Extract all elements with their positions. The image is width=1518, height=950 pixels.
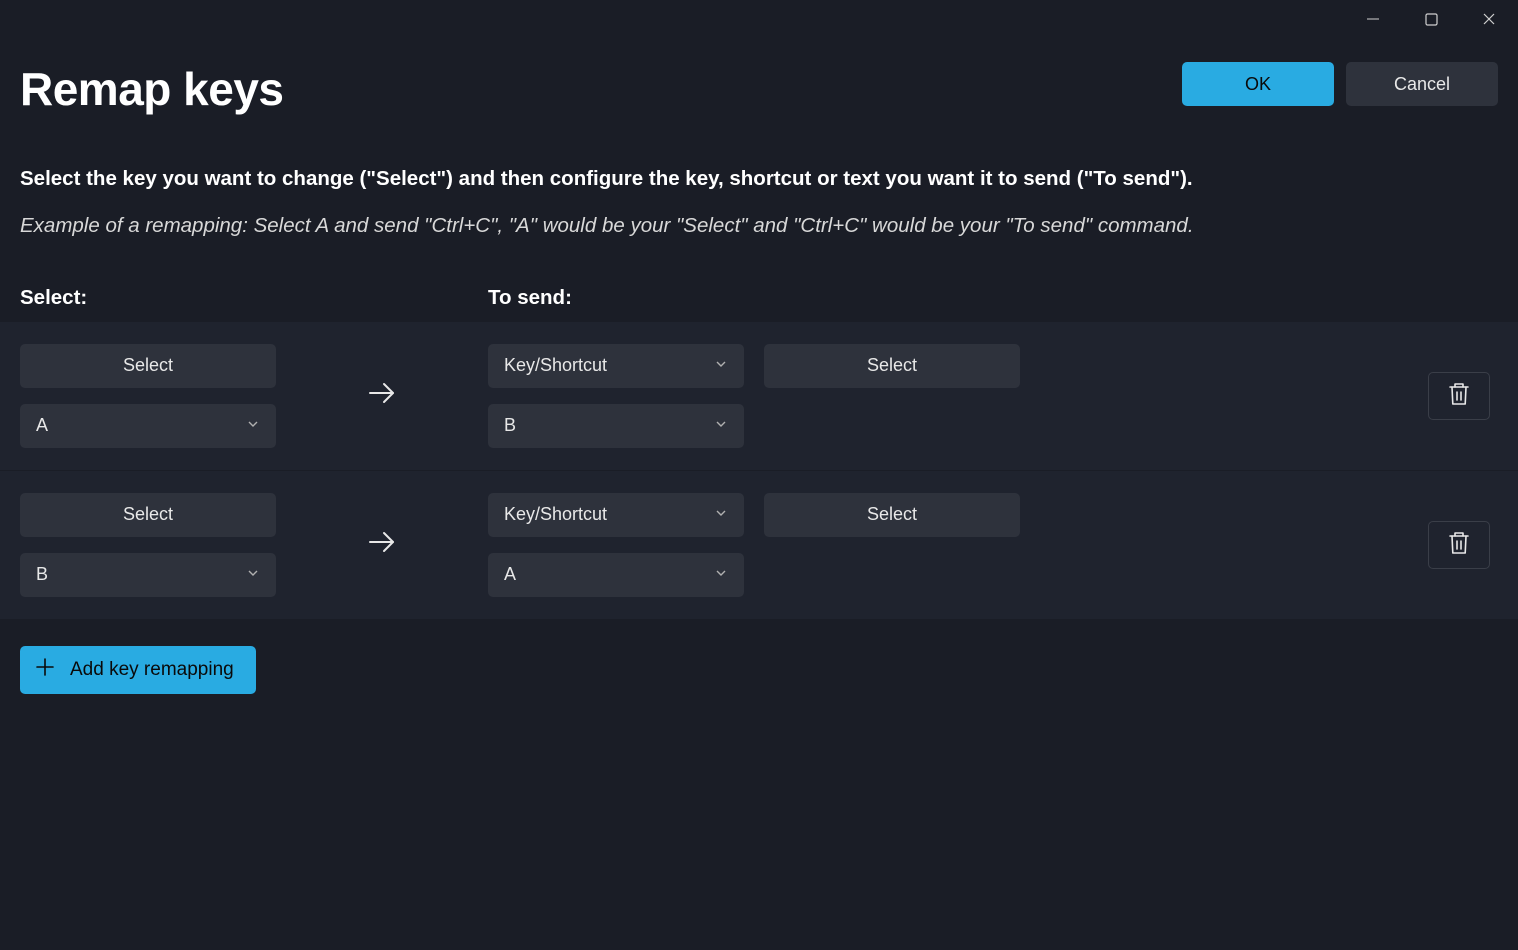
tosend-type-value: Key/Shortcut xyxy=(504,504,607,525)
arrow-right-icon xyxy=(366,526,398,563)
chevron-down-icon xyxy=(714,504,728,525)
tosend-key-value: A xyxy=(504,564,516,585)
delete-column xyxy=(1428,372,1498,420)
select-key-button[interactable]: Select xyxy=(20,344,276,388)
tosend-column: Key/Shortcut B Select xyxy=(488,344,1428,448)
tosend-type-dropdown[interactable]: Key/Shortcut xyxy=(488,493,744,537)
tosend-column: Key/Shortcut A Select xyxy=(488,493,1428,597)
tosend-type-value: Key/Shortcut xyxy=(504,355,607,376)
remap-row: Select A Key/Shortcut B xyxy=(0,322,1518,470)
tosend-key-value: B xyxy=(504,415,516,436)
add-remapping-button[interactable]: Add key remapping xyxy=(20,646,256,694)
tosend-key-dropdown[interactable]: B xyxy=(488,404,744,448)
select-key-value: B xyxy=(36,564,48,585)
chevron-down-icon xyxy=(246,415,260,436)
select-column-header: Select: xyxy=(20,286,488,310)
description-example: Example of a remapping: Select A and sen… xyxy=(20,211,1498,242)
select-key-value: A xyxy=(36,415,48,436)
tosend-type-dropdown[interactable]: Key/Shortcut xyxy=(488,344,744,388)
chevron-down-icon xyxy=(246,564,260,585)
select-key-button[interactable]: Select xyxy=(20,493,276,537)
select-key-dropdown[interactable]: A xyxy=(20,404,276,448)
header-row: Remap keys OK Cancel xyxy=(0,38,1518,116)
tosend-select-button[interactable]: Select xyxy=(764,344,1020,388)
remap-row: Select B Key/Shortcut A xyxy=(0,471,1518,619)
page-title: Remap keys xyxy=(20,62,284,116)
tosend-stack: Key/Shortcut A xyxy=(488,493,744,597)
cancel-button[interactable]: Cancel xyxy=(1346,62,1498,106)
chevron-down-icon xyxy=(714,564,728,585)
columns-header: Select: To send: xyxy=(0,242,1518,322)
tosend-key-dropdown[interactable]: A xyxy=(488,553,744,597)
arrow-column xyxy=(276,526,488,563)
delete-row-button[interactable] xyxy=(1428,372,1490,420)
delete-column xyxy=(1428,521,1498,569)
description-main: Select the key you want to change ("Sele… xyxy=(20,164,1498,195)
select-column: Select B xyxy=(20,493,276,597)
add-remapping-label: Add key remapping xyxy=(70,659,234,681)
select-key-dropdown[interactable]: B xyxy=(20,553,276,597)
header-buttons: OK Cancel xyxy=(1182,62,1498,106)
maximize-button[interactable] xyxy=(1402,0,1460,38)
trash-icon xyxy=(1447,530,1471,559)
minimize-button[interactable] xyxy=(1344,0,1402,38)
arrow-column xyxy=(276,377,488,414)
ok-button[interactable]: OK xyxy=(1182,62,1334,106)
chevron-down-icon xyxy=(714,355,728,376)
chevron-down-icon xyxy=(714,415,728,436)
delete-row-button[interactable] xyxy=(1428,521,1490,569)
select-column: Select A xyxy=(20,344,276,448)
arrow-right-icon xyxy=(366,377,398,414)
trash-icon xyxy=(1447,381,1471,410)
tosend-select-button[interactable]: Select xyxy=(764,493,1020,537)
titlebar xyxy=(0,0,1518,38)
plus-icon xyxy=(34,656,56,684)
add-row-section: Add key remapping xyxy=(0,620,1518,720)
tosend-stack: Key/Shortcut B xyxy=(488,344,744,448)
close-button[interactable] xyxy=(1460,0,1518,38)
description-block: Select the key you want to change ("Sele… xyxy=(0,116,1518,242)
tosend-column-header: To send: xyxy=(488,286,572,310)
